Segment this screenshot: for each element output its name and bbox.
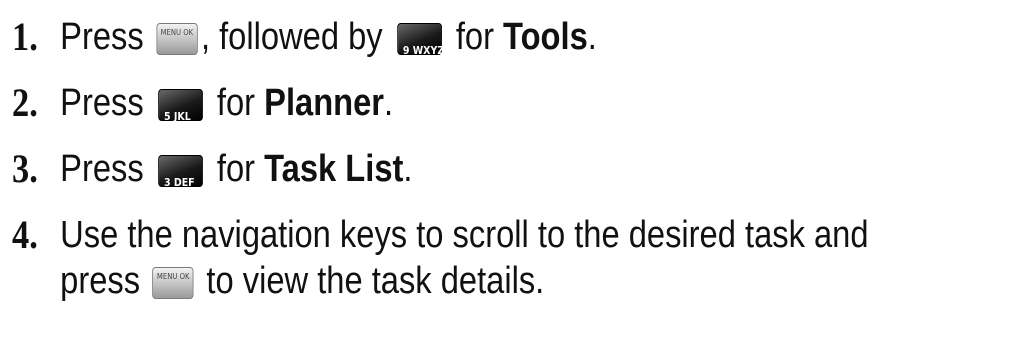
menu-ok-key-label: MENU OK	[156, 272, 190, 281]
step-number: 3.	[12, 146, 38, 191]
press-text: Press	[60, 148, 144, 190]
instruction-list: 1. Press MENU OK , followed by 9 WXYZ for…	[12, 14, 1032, 304]
step-number: 4.	[12, 212, 38, 257]
for-text: for	[216, 148, 256, 190]
period: .	[403, 148, 413, 190]
key-9-label: 9 WXYZ	[402, 44, 445, 57]
step-line-2: press MENU OK to view the task details.	[60, 258, 868, 304]
step-text: Press 5 JKL for Planner.	[60, 80, 393, 126]
menu-ok-key-icon: MENU OK	[156, 23, 198, 55]
press-text: Press	[60, 82, 144, 124]
press-text: Press	[60, 16, 144, 58]
press-text: press	[60, 260, 141, 302]
menu-target-planner: Planner	[264, 82, 385, 124]
step-3: 3. Press 3 DEF for Task List.	[12, 146, 889, 192]
menu-ok-key-label: MENU OK	[160, 28, 194, 37]
key-3-label: 3 DEF	[163, 176, 195, 189]
view-details-text: to view the task details.	[206, 260, 545, 302]
key-3-icon: 3 DEF	[157, 155, 203, 189]
step-number: 1.	[12, 14, 38, 59]
key-5-icon: 5 JKL	[157, 89, 203, 123]
period: .	[587, 16, 597, 58]
step-text: Press 3 DEF for Task List.	[60, 146, 412, 192]
step-1: 1. Press MENU OK , followed by 9 WXYZ for…	[12, 14, 889, 60]
menu-ok-key-icon: MENU OK	[152, 267, 194, 299]
menu-target-task-list: Task List	[264, 148, 404, 190]
period: .	[384, 82, 394, 124]
step-line-1: Use the navigation keys to scroll to the…	[60, 214, 869, 256]
key-9-icon: 9 WXYZ	[396, 23, 444, 57]
followed-by-text: , followed by	[200, 16, 383, 58]
step-number: 2.	[12, 80, 38, 125]
for-text: for	[455, 16, 494, 58]
step-text: Use the navigation keys to scroll to the…	[60, 212, 868, 304]
for-text: for	[216, 82, 256, 124]
key-5-label: 5 JKL	[163, 110, 191, 123]
step-4: 4. Use the navigation keys to scroll to …	[12, 212, 889, 304]
step-2: 2. Press 5 JKL for Planner.	[12, 80, 889, 126]
step-text: Press MENU OK , followed by 9 WXYZ for To…	[60, 14, 597, 60]
menu-target-tools: Tools	[503, 16, 588, 58]
